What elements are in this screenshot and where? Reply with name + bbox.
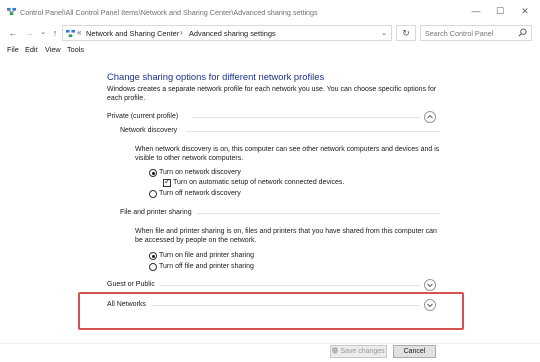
forward-button[interactable]: → [22,26,36,40]
title-bar: Control Panel\All Control Panel Items\Ne… [0,0,540,24]
maximize-button[interactable]: ☐ [491,4,509,18]
breadcrumb-overflow[interactable]: « [77,28,81,37]
menu-tools[interactable]: Tools [67,45,84,54]
menu-edit[interactable]: Edit [25,45,38,54]
radio-label[interactable]: Turn on file and printer sharing [159,252,254,259]
page-title: Change sharing options for different net… [107,71,325,82]
chevron-up-icon[interactable] [424,111,436,123]
chevron-down-icon[interactable] [424,279,436,291]
refresh-button[interactable]: ↻ [396,25,416,41]
menu-file[interactable]: File [7,45,19,54]
minimize-button[interactable]: — [467,4,485,18]
radio-turn-on-discovery[interactable] [149,169,157,177]
address-path[interactable]: « Network and Sharing Center › Advanced … [62,25,392,41]
network-discovery-description: When network discovery is on, this compu… [135,146,440,163]
search-icon[interactable] [518,28,527,37]
search-box[interactable] [420,25,532,41]
page-intro: Windows creates a separate network profi… [107,86,437,103]
breadcrumb-separator: › [180,28,183,37]
highlight-box [78,292,464,330]
cancel-button[interactable]: Cancel [393,345,436,358]
close-button[interactable]: ✕ [516,4,534,18]
file-printer-sharing-description: When file and printer sharing is on, fil… [135,228,437,245]
private-profile-header[interactable]: Private (current profile) [107,113,178,120]
back-button[interactable]: ← [6,26,20,40]
checkbox-auto-setup[interactable]: ✓ [163,177,171,187]
footer-divider [0,343,540,344]
address-bar: ← → ⌄ ↑ « Network and Sharing Center › A… [0,24,540,42]
up-button[interactable]: ↑ [48,26,62,40]
section-divider [192,117,420,118]
section-divider [186,131,440,132]
radio-label[interactable]: Turn on network discovery [159,169,241,176]
section-divider [197,213,440,214]
radio-turn-off-discovery[interactable] [149,190,157,198]
section-divider [159,285,420,286]
network-discovery-header: Network discovery [120,127,178,134]
checkbox-label[interactable]: Turn on automatic setup of network conne… [173,179,344,186]
menu-bar: File Edit View Tools [0,44,540,56]
window-title: Control Panel\All Control Panel Items\Ne… [20,8,318,17]
radio-label[interactable]: Turn off file and printer sharing [159,263,254,270]
breadcrumb-network-sharing-center[interactable]: Network and Sharing Center [86,29,179,38]
save-changes-button[interactable]: Save changes [330,345,387,358]
radio-label[interactable]: Turn off network discovery [159,190,241,197]
checkmark-icon: ✓ [164,177,171,186]
breadcrumb-advanced-sharing[interactable]: Advanced sharing settings [189,29,276,38]
radio-turn-on-sharing[interactable] [149,252,157,260]
address-dropdown-button[interactable]: ⌄ [381,29,387,37]
save-changes-label: Save changes [340,348,385,355]
radio-turn-off-sharing[interactable] [149,263,157,271]
file-printer-sharing-header: File and printer sharing [120,209,192,216]
search-input[interactable] [425,28,515,39]
menu-view[interactable]: View [45,45,61,54]
network-sharing-icon [66,29,75,38]
uac-shield-icon [332,347,339,354]
network-sharing-icon [7,7,16,16]
guest-public-header[interactable]: Guest or Public [107,281,155,288]
